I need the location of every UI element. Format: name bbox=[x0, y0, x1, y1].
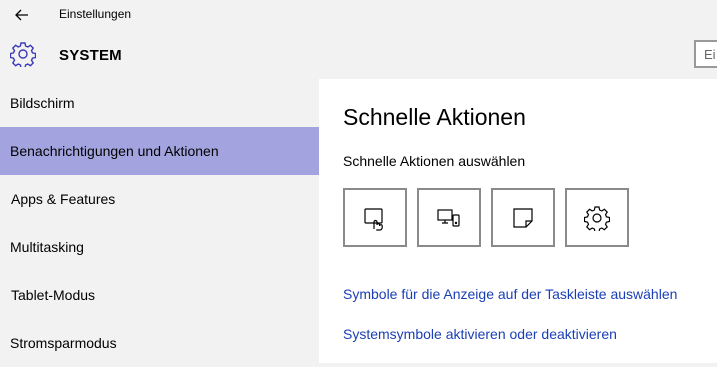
sidebar-item-bildschirm[interactable]: Bildschirm bbox=[0, 79, 319, 127]
back-button[interactable] bbox=[10, 4, 34, 26]
taskbar-icons-link[interactable]: Symbole für die Anzeige auf der Taskleis… bbox=[343, 286, 677, 302]
quick-action-settings[interactable] bbox=[565, 188, 629, 247]
quick-actions-subtitle: Schnelle Aktionen auswählen bbox=[343, 153, 526, 169]
sidebar-item-benachrichtigungen[interactable]: Benachrichtigungen und Aktionen bbox=[0, 127, 319, 175]
sidebar: Bildschirm Benachrichtigungen und Aktion… bbox=[0, 79, 319, 363]
page-title: Schnelle Aktionen bbox=[343, 104, 526, 130]
tablet-mode-icon bbox=[364, 207, 383, 231]
sidebar-item-multitasking[interactable]: Multitasking bbox=[0, 223, 319, 271]
connect-display-icon bbox=[437, 208, 460, 227]
sidebar-item-apps-features[interactable]: Apps & Features bbox=[0, 175, 319, 223]
section-title: SYSTEM bbox=[59, 47, 122, 64]
settings-gear-icon bbox=[584, 205, 610, 231]
title-bar: Einstellungen bbox=[0, 0, 717, 30]
sidebar-item-stromsparmodus[interactable]: Stromsparmodus bbox=[0, 319, 319, 367]
quick-action-tablet-mode[interactable] bbox=[343, 188, 407, 247]
search-input[interactable]: Ei bbox=[694, 40, 717, 68]
page-header: SYSTEM Ei bbox=[0, 30, 717, 79]
gear-icon bbox=[10, 42, 36, 67]
back-arrow-icon bbox=[15, 9, 28, 21]
quick-action-note[interactable] bbox=[491, 188, 555, 247]
quick-action-connect[interactable] bbox=[417, 188, 481, 247]
window-title: Einstellungen bbox=[59, 7, 132, 21]
sidebar-item-tablet-modus[interactable]: Tablet-Modus bbox=[0, 271, 319, 319]
system-icons-link[interactable]: Systemsymbole aktivieren oder deaktivier… bbox=[343, 326, 617, 342]
note-icon bbox=[513, 207, 533, 228]
main-content: Schnelle Aktionen Schnelle Aktionen ausw… bbox=[319, 79, 717, 363]
